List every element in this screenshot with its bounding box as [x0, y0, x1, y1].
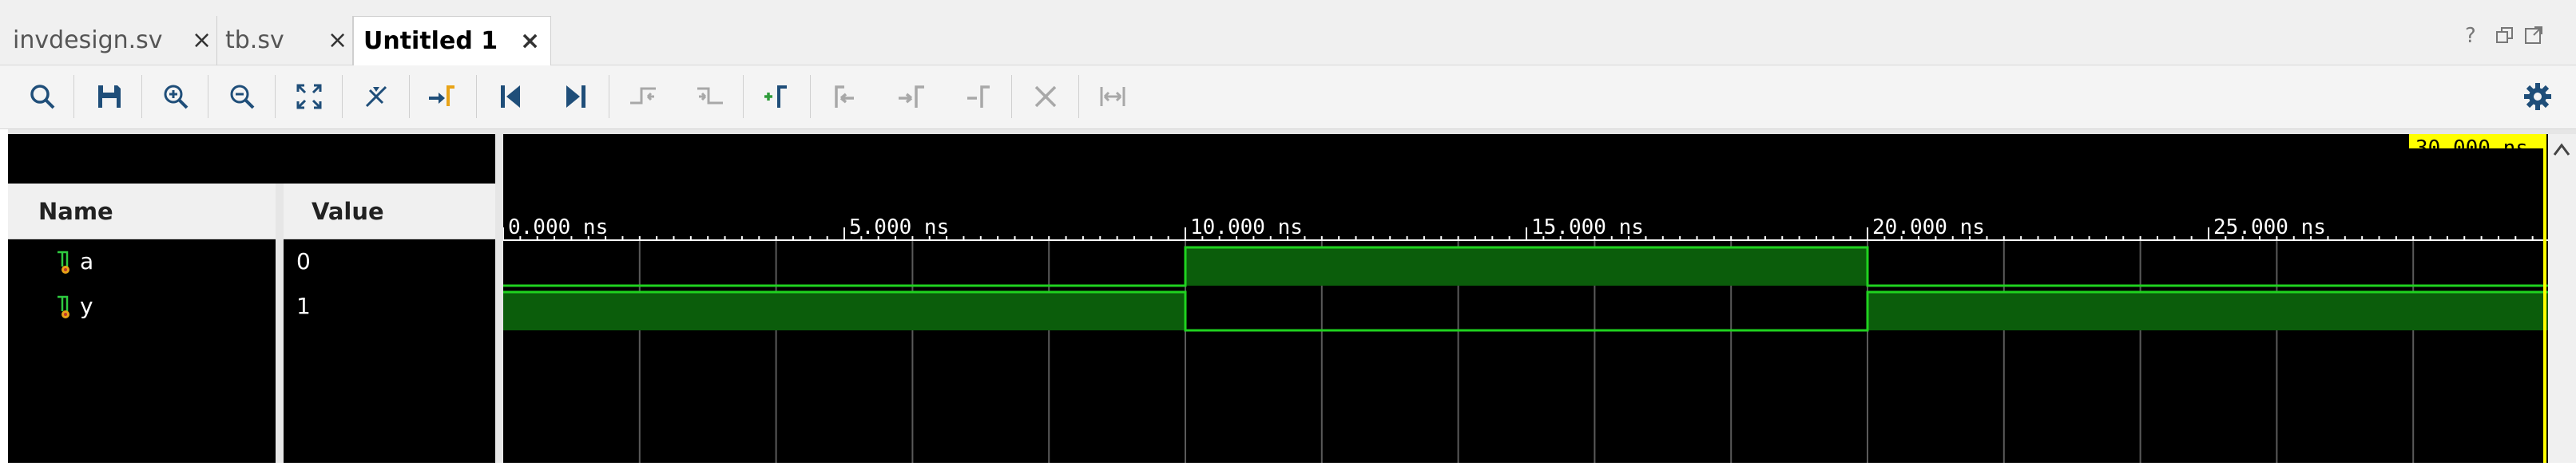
toolbar-separator [409, 75, 410, 118]
tab-invdesign-sv[interactable]: invdesign.sv × [0, 16, 217, 65]
save-icon[interactable] [86, 73, 133, 120]
help-icon[interactable]: ? [2465, 24, 2476, 48]
value-row-y: 1 [284, 284, 495, 329]
delete-marker-icon[interactable] [955, 73, 1002, 120]
signal-row-y[interactable]: y [8, 284, 276, 329]
name-pane-header-blank [8, 134, 495, 184]
next-transition-icon[interactable] [687, 73, 733, 120]
cursor-time-label: 30.000 ns [2415, 136, 2528, 160]
toolbar-separator [743, 75, 744, 118]
name-column-header[interactable]: Name [38, 184, 113, 239]
column-divider[interactable] [276, 184, 284, 463]
settings-icon[interactable] [2514, 73, 2561, 120]
wave-high-region [1185, 247, 1868, 286]
value-column-header[interactable]: Value [312, 184, 384, 239]
zoom-fit-icon[interactable] [286, 73, 332, 120]
zoom-out-icon[interactable] [219, 73, 265, 120]
waveform-toolbar [0, 65, 2576, 129]
toolbar-separator [73, 75, 74, 118]
close-icon[interactable]: × [327, 16, 347, 65]
delete-all-markers-icon[interactable] [1022, 73, 1069, 120]
toolbar-separator [141, 75, 142, 118]
wave-high-region [503, 292, 1185, 330]
ruler-tick-label: 25.000 ns [2213, 215, 2326, 239]
restore-icon[interactable] [2495, 26, 2514, 50]
next-marker-icon[interactable] [888, 73, 935, 120]
go-to-start-icon[interactable] [487, 73, 534, 120]
wave-high-region [1868, 292, 2548, 330]
search-icon[interactable] [19, 73, 65, 120]
toolbar-separator [342, 75, 343, 118]
toolbar-separator [810, 75, 811, 118]
signal-value-column: 0 1 [284, 239, 495, 463]
toolbar-separator [476, 75, 477, 118]
editor-tab-bar: invdesign.sv × tb.sv × Untitled 1 × ? [0, 0, 2576, 65]
logic-signal-icon [56, 294, 75, 321]
tab-label: Untitled 1 [363, 27, 498, 55]
value-row-a: 0 [284, 239, 495, 284]
tab-tb-sv[interactable]: tb.sv × [217, 16, 353, 65]
close-icon[interactable]: × [192, 16, 212, 65]
signal-name: y [80, 293, 93, 319]
signal-row-a[interactable]: a [8, 239, 276, 284]
logic-signal-icon [56, 249, 75, 276]
ruler-tick-label: 5.000 ns [849, 215, 949, 239]
ruler-tick-label: 0.000 ns [508, 215, 608, 239]
ruler-tick-label: 15.000 ns [1531, 215, 1644, 239]
close-icon[interactable]: × [520, 17, 540, 66]
waveform-plot[interactable]: 0.000 ns 5.000 ns 10.000 ns 15.000 ns 20.000… [502, 134, 2550, 463]
vertical-scrollbar[interactable] [2548, 134, 2576, 463]
toolbar-separator [1011, 75, 1012, 118]
tab-label: invdesign.sv [13, 26, 163, 54]
waveform-canvas[interactable]: 0.000 ns 5.000 ns 10.000 ns 15.000 ns 20.000… [502, 134, 2550, 463]
tab-untitled-1[interactable]: Untitled 1 × [353, 16, 551, 65]
tab-label: tb.sv [225, 26, 284, 54]
swap-cursors-icon[interactable] [1090, 73, 1136, 120]
column-header-bar: Name Value [8, 184, 495, 239]
signal-value: 1 [296, 293, 311, 319]
signal-value: 0 [296, 248, 311, 274]
maximize-icon[interactable] [2524, 26, 2543, 50]
go-to-end-icon[interactable] [553, 73, 599, 120]
toolbar-separator [275, 75, 276, 118]
add-marker-icon[interactable] [754, 73, 800, 120]
previous-transition-icon[interactable] [620, 73, 666, 120]
previous-marker-icon[interactable] [821, 73, 867, 120]
signal-name: a [80, 248, 94, 274]
scroll-up-icon[interactable] [2548, 134, 2576, 166]
signal-name-column: a y [8, 239, 276, 463]
ruler-tick-label: 10.000 ns [1190, 215, 1303, 239]
toolbar-separator [1078, 75, 1079, 118]
ruler-tick-label: 20.000 ns [1872, 215, 1985, 239]
go-to-time-zero-icon[interactable] [420, 73, 466, 120]
cursor-snap-icon[interactable] [353, 73, 399, 120]
waveform-viewer: Name Value a y 0 1 0.000 ns 5.000 ns 10.00… [8, 129, 2576, 463]
zoom-in-icon[interactable] [153, 73, 199, 120]
